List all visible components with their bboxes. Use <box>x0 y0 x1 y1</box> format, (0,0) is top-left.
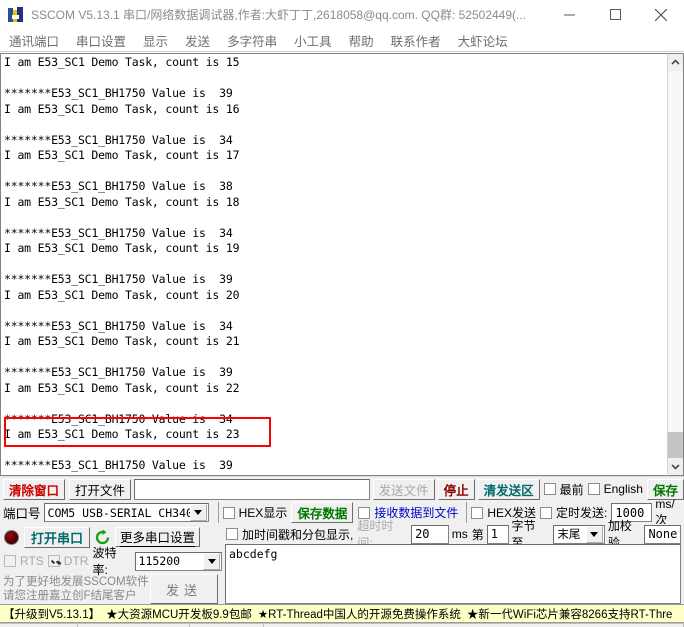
maximize-icon[interactable] <box>592 0 638 30</box>
byte-prefix-label: 第 <box>471 527 484 542</box>
chevron-down-icon[interactable] <box>668 458 683 475</box>
menu-item-send[interactable]: 发送 <box>185 31 210 50</box>
send-button[interactable]: 发送 <box>150 574 218 604</box>
sscom-window: SSCOM V5.13.1 串口/网络数据调试器,作者:大虾丁丁,2618058… <box>0 0 684 627</box>
registration-note-line1: 为了更好地发展SSCOM软件 <box>3 576 149 588</box>
hex-send-checkbox[interactable] <box>471 506 484 519</box>
byte-end-select[interactable]: 末尾 <box>553 524 605 544</box>
send-textarea[interactable]: abcdefg <box>225 544 681 604</box>
save-data-button[interactable]: 保存数据 <box>291 502 354 523</box>
clear-send-button[interactable]: 清发送区 <box>477 478 540 500</box>
status-received: R:248176 <box>190 623 264 627</box>
sscom-logo-icon <box>8 6 24 23</box>
port-value: COM5 USB-SERIAL CH340 <box>47 505 193 520</box>
english-label: English <box>603 482 643 496</box>
refresh-icon[interactable] <box>94 529 111 546</box>
send-panel: 加时间戳和分包显示, 超时时间: 20 ms 第 1 字节 至 末尾 加校验 N… <box>222 519 684 604</box>
rts-checkbox-group[interactable]: RTS <box>4 554 44 568</box>
menu-item-multi-string[interactable]: 多字符串 <box>227 31 277 50</box>
port-status-led-icon <box>4 529 19 545</box>
scrollbar-track[interactable] <box>668 71 683 458</box>
hex-display-checkbox[interactable] <box>222 506 235 519</box>
chevron-down-icon[interactable] <box>203 552 220 570</box>
menu-bar: 通讯端口 串口设置 显示 发送 多字符串 小工具 帮助 联系作者 大虾论坛 <box>0 30 684 52</box>
stop-button[interactable]: 停止 <box>437 478 475 500</box>
scrollbar-thumb[interactable] <box>668 432 683 458</box>
status-bar: www.daxia.com S:0 R:248176 COM5 已关闭 1152… <box>0 623 684 627</box>
status-sent: S:0 <box>78 623 190 627</box>
english-checkbox[interactable] <box>587 483 600 495</box>
lower-panels: 打开串口 更多串口设置 RTS DTR 波特率: 115200 为了更好地发展S… <box>0 519 684 604</box>
menu-item-help[interactable]: 帮助 <box>349 31 374 50</box>
receive-textbox[interactable]: I am E53_SC1 Demo Task, count is 15 ****… <box>0 53 667 476</box>
chevron-down-icon[interactable] <box>585 525 603 543</box>
divider <box>217 502 219 523</box>
ad-part-rtthread: ★RT-Thread中国人的开源免费操作系统 <box>257 608 461 621</box>
timestamp-checkbox-group[interactable]: 加时间戳和分包显示, <box>226 526 353 543</box>
chevron-up-icon[interactable] <box>668 54 683 71</box>
menu-item-tools[interactable]: 小工具 <box>294 31 332 50</box>
open-port-button[interactable]: 打开串口 <box>24 526 91 548</box>
receive-area: I am E53_SC1 Demo Task, count is 15 ****… <box>0 52 684 476</box>
menu-item-contact-author[interactable]: 联系作者 <box>391 31 441 50</box>
clear-window-button[interactable]: 清除窗口 <box>3 478 66 500</box>
divider <box>466 502 468 523</box>
topmost-checkbox-group[interactable]: 最前 <box>543 481 584 498</box>
hex-display-label: HEX显示 <box>238 506 288 520</box>
command-input[interactable] <box>134 478 370 500</box>
ad-banner[interactable]: 【升级到V5.13.1】 ★大资源MCU开发板9.9包邮 ★RT-Thread中… <box>0 604 684 623</box>
rts-label: RTS <box>20 554 44 568</box>
baud-select[interactable]: 115200 <box>134 551 222 571</box>
open-file-button[interactable]: 打开文件 <box>69 478 132 500</box>
title-bar: SSCOM V5.13.1 串口/网络数据调试器,作者:大虾丁丁,2618058… <box>0 0 684 30</box>
timed-send-checkbox-group[interactable]: 定时发送: <box>540 504 607 521</box>
english-checkbox-group[interactable]: English <box>587 482 643 496</box>
port-select[interactable]: COM5 USB-SERIAL CH340 <box>43 503 209 522</box>
timed-send-label: 定时发送: <box>556 506 608 520</box>
chevron-down-icon[interactable] <box>189 504 207 521</box>
send-file-button[interactable]: 发送文件 <box>372 478 435 500</box>
timestamp-row: 加时间戳和分包显示, 超时时间: 20 ms 第 1 字节 至 末尾 加校验 N… <box>222 519 684 550</box>
status-website[interactable]: www.daxia.com <box>0 623 78 627</box>
settings-toolbar: 端口号 COM5 USB-SERIAL CH340 HEX显示 保存数据 接收数… <box>0 497 684 527</box>
window-title: SSCOM V5.13.1 串口/网络数据调试器,作者:大虾丁丁,2618058… <box>31 8 527 22</box>
rts-checkbox[interactable] <box>4 555 16 567</box>
receive-text: I am E53_SC1 Demo Task, count is 15 ****… <box>4 55 240 475</box>
port-control-panel: 打开串口 更多串口设置 RTS DTR 波特率: 115200 为了更好地发展S… <box>0 524 222 604</box>
topmost-checkbox[interactable] <box>543 483 556 495</box>
close-icon[interactable] <box>638 0 684 30</box>
menu-item-display[interactable]: 显示 <box>143 31 168 50</box>
topmost-label: 最前 <box>559 482 584 497</box>
checksum-value[interactable]: None <box>644 524 681 544</box>
action-toolbar: 清除窗口 打开文件 发送文件 停止 清发送区 最前 English 保存 <box>0 476 684 501</box>
ad-part-upgrade: 【升级到V5.13.1】 <box>3 608 101 621</box>
registration-row: 为了更好地发展SSCOM软件 请您注册嘉立创F结尾客户 发送 <box>0 572 222 604</box>
recv-to-file-checkbox[interactable] <box>358 506 371 519</box>
timeout-unit-label: ms <box>451 527 468 541</box>
menu-item-comm-port[interactable]: 通讯端口 <box>9 31 59 50</box>
byte-index-input[interactable]: 1 <box>486 524 509 544</box>
registration-note: 为了更好地发展SSCOM软件 请您注册嘉立创F结尾客户 <box>3 574 150 604</box>
hex-display-checkbox-group[interactable]: HEX显示 <box>222 504 288 521</box>
dtr-label: DTR <box>63 554 89 568</box>
window-buttons <box>546 0 684 30</box>
registration-note-line2: 请您注册嘉立创F结尾客户 <box>3 590 137 602</box>
timestamp-checkbox[interactable] <box>226 528 238 540</box>
dtr-checkbox[interactable] <box>47 555 60 567</box>
ad-part-wifi-chip: ★新一代WiFi芯片兼容8266支持RT-Thre <box>466 608 673 621</box>
menu-item-forum[interactable]: 大虾论坛 <box>458 31 508 50</box>
receive-scrollbar[interactable] <box>667 53 684 476</box>
flow-control-row: RTS DTR 波特率: 115200 <box>0 546 222 577</box>
port-label: 端口号 <box>3 507 41 521</box>
status-connection: COM5 已关闭 115200bps 8 1 None None <box>264 623 684 627</box>
ad-part-mcu-board: ★大资源MCU开发板9.9包邮 <box>106 608 252 621</box>
timed-send-checkbox[interactable] <box>540 506 553 519</box>
minimize-icon[interactable] <box>546 0 592 30</box>
timestamp-label: 加时间戳和分包显示, <box>242 527 354 542</box>
timeout-input[interactable]: 20 <box>411 524 449 544</box>
menu-item-serial-settings[interactable]: 串口设置 <box>76 31 126 50</box>
dtr-checkbox-group[interactable]: DTR <box>47 554 89 568</box>
